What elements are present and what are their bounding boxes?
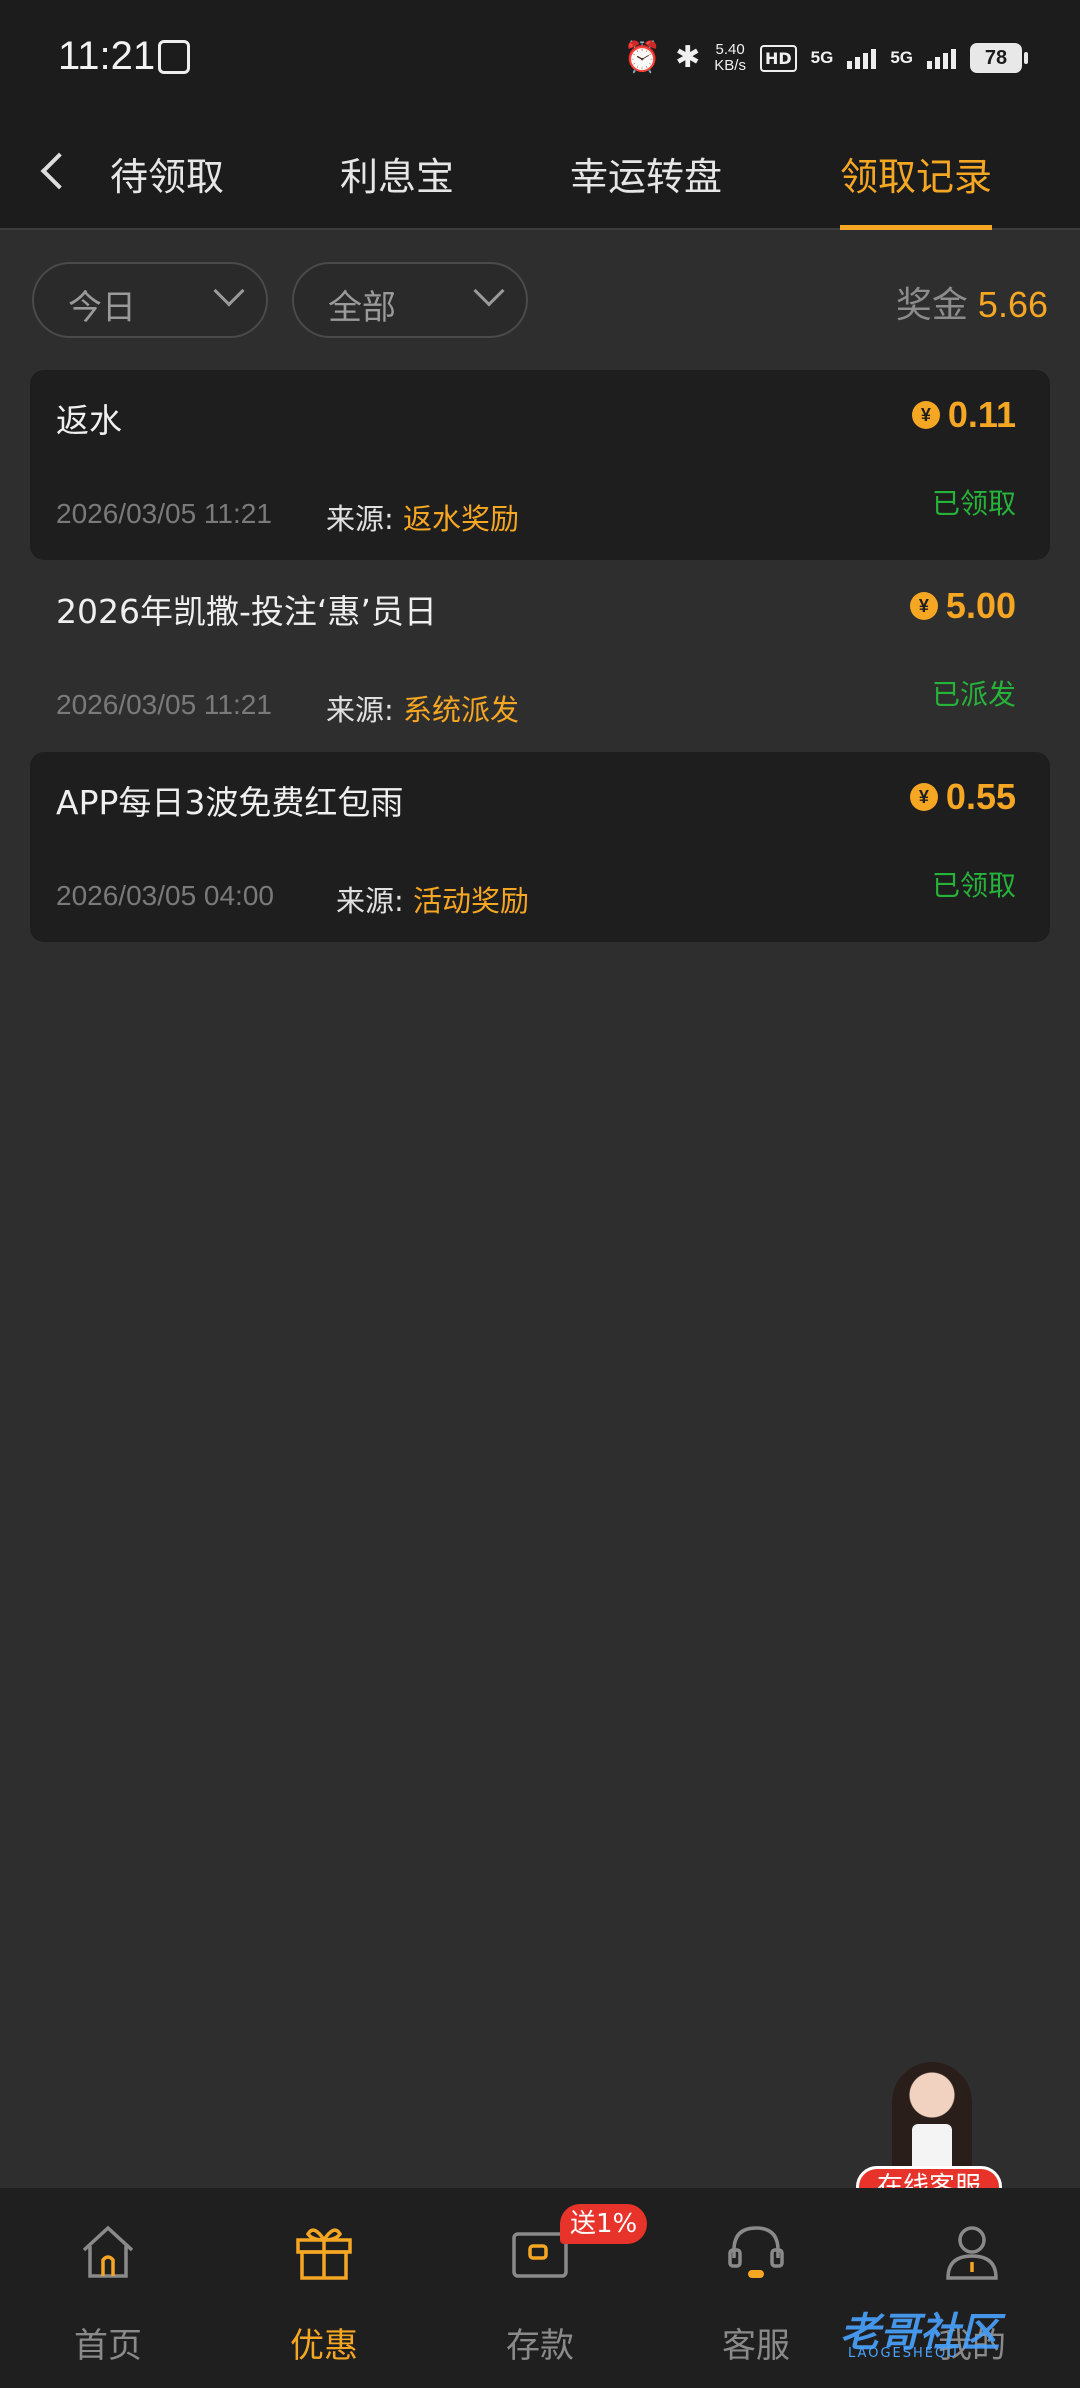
record-status: 已领取 — [931, 869, 1016, 902]
service-avatar — [892, 2062, 972, 2172]
record-amount: ¥ 0.11 — [911, 394, 1016, 436]
bluetooth-icon: ✱ — [675, 40, 701, 75]
coin-icon: ¥ — [911, 401, 940, 429]
chevron-down-icon — [213, 275, 245, 307]
date-filter-select[interactable]: 今日 — [32, 262, 268, 338]
hd-icon: HD — [759, 44, 797, 72]
nav-support[interactable]: 客服 — [648, 2188, 864, 2388]
record-source: 来源: 活动奖励 — [336, 884, 530, 918]
home-icon — [82, 2225, 134, 2278]
tab-lucky-wheel[interactable]: 幸运转盘 — [570, 146, 722, 230]
record-status: 已领取 — [931, 487, 1016, 520]
watermark-sub: LAOGESHEQU — [848, 2346, 959, 2361]
network-speed: 5.40 KB/s — [714, 41, 746, 74]
alarm-icon: ⏰ — [623, 40, 662, 75]
record-time: 2026/03/05 11:21 — [56, 498, 272, 529]
record-time: 2026/03/05 04:00 — [56, 880, 274, 911]
tab-claim-records[interactable]: 领取记录 — [840, 146, 993, 230]
nav-support-label: 客服 — [722, 2326, 790, 2366]
user-icon — [946, 2226, 998, 2280]
record-title: 返水 — [56, 401, 122, 440]
coin-icon: ¥ — [909, 592, 938, 620]
nav-home[interactable]: 首页 — [0, 2188, 216, 2388]
signal-icon — [847, 47, 877, 69]
nav-home-label: 首页 — [74, 2326, 142, 2366]
status-bar: 11:21 ⏰ ✱ 5.40 KB/s HD 5G 5G 78 — [0, 0, 1080, 118]
tab-pending[interactable]: 待领取 — [110, 146, 224, 230]
record-title: 2026年凯撒-投注‘惠’员日 — [56, 592, 437, 631]
bonus-total: 奖金 5.66 — [896, 276, 1048, 328]
nav-promotions[interactable]: 优惠 — [216, 2188, 432, 2388]
tab-interest[interactable]: 利息宝 — [340, 146, 454, 230]
network-type-1: 5G — [810, 48, 834, 67]
record-amount: ¥ 5.00 — [909, 585, 1016, 627]
deposit-bonus-badge: 送1% — [560, 2204, 648, 2244]
record-amount: ¥ 0.55 — [909, 776, 1016, 818]
record-time: 2026/03/05 11:21 — [56, 689, 272, 720]
type-filter-label: 全部 — [328, 288, 396, 328]
date-filter-label: 今日 — [68, 288, 136, 328]
record-source: 来源: 返水奖励 — [326, 502, 520, 536]
battery-icon: 78 — [970, 43, 1028, 73]
nav-promotions-label: 优惠 — [290, 2326, 358, 2366]
back-button[interactable] — [36, 146, 76, 196]
coin-icon: ¥ — [909, 783, 938, 811]
bonus-label: 奖金 — [895, 285, 968, 326]
signal-icon — [927, 47, 956, 69]
list-item: APP每日3波免费红包雨 ¥ 0.55 已领取 2026/03/05 04:00… — [30, 752, 1050, 942]
gift-icon — [296, 2228, 352, 2280]
list-item: 2026年凯撒-投注‘惠’员日 ¥ 5.00 已派发 2026/03/05 11… — [30, 561, 1050, 751]
record-status: 已派发 — [931, 678, 1016, 711]
list-item: 返水 ¥ 0.11 已领取 2026/03/05 11:21 来源: 返水奖励 — [30, 370, 1050, 560]
status-icons: ⏰ ✱ 5.40 KB/s HD 5G 5G 78 — [623, 38, 1028, 78]
network-type-2: 5G — [890, 48, 913, 67]
nav-deposit-label: 存款 — [506, 2326, 574, 2366]
chevron-down-icon — [473, 275, 505, 307]
top-nav: 待领取 利息宝 幸运转盘 领取记录 — [0, 118, 1080, 230]
bonus-value: 5.66 — [977, 284, 1048, 325]
type-filter-select[interactable]: 全部 — [292, 262, 528, 338]
status-time: 11:21 — [58, 34, 156, 78]
record-source: 来源: 系统派发 — [326, 693, 520, 727]
game-controller-icon — [158, 40, 190, 74]
record-title: APP每日3波免费红包雨 — [56, 783, 404, 822]
headset-icon — [728, 2226, 784, 2278]
